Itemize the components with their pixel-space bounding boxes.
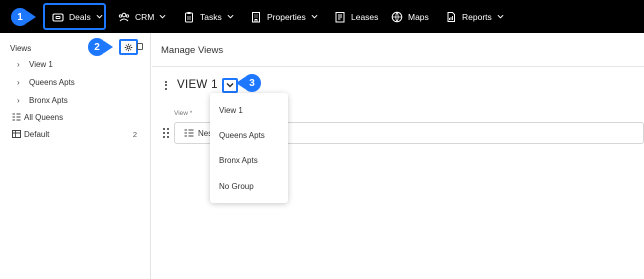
nav-reports-label: Reports <box>462 11 492 22</box>
chevron-right-icon: › <box>17 95 20 105</box>
sidebar-item-label: All Queens <box>24 112 64 122</box>
maps-icon <box>391 11 403 22</box>
dropdown-option-view-1[interactable]: View 1 <box>219 106 243 115</box>
sidebar-title: Views <box>10 43 32 53</box>
tasks-icon <box>185 11 193 22</box>
dropdown-option-bronx-apts[interactable]: Bronx Apts <box>219 156 258 165</box>
crm-icon <box>118 12 130 21</box>
chevron-down-icon <box>159 14 166 19</box>
nav-leases[interactable]: Leases <box>334 0 378 33</box>
nav-maps-label: Maps <box>408 11 429 22</box>
group-icon <box>12 113 21 121</box>
leases-icon <box>335 11 345 22</box>
properties-icon <box>252 11 260 22</box>
nav-crm[interactable]: CRM <box>118 0 166 33</box>
top-nav: Deals CRM Tasks Properties Leases Maps R… <box>0 0 644 33</box>
sidebar-item-bronx-apts[interactable]: › Bronx Apts <box>0 92 151 108</box>
reports-icon <box>447 11 455 22</box>
sidebar-item-label: Bronx Apts <box>29 95 68 105</box>
kebab-menu-icon[interactable] <box>163 80 169 90</box>
chevron-down-icon <box>311 14 318 19</box>
nav-deals-label: Deals <box>69 11 91 22</box>
step-number: 3 <box>243 74 261 92</box>
nav-tasks-label: Tasks <box>200 11 222 22</box>
nav-reports[interactable]: Reports <box>445 0 504 33</box>
view-title: VIEW 1 <box>177 79 218 91</box>
gear-icon <box>124 43 133 51</box>
view-settings-button[interactable] <box>119 39 138 55</box>
view-title-row: VIEW 1 <box>163 76 238 94</box>
sidebar-item-view-1[interactable]: › View 1 <box>0 56 151 72</box>
main-header: Manage Views <box>152 33 644 67</box>
nav-maps[interactable]: Maps <box>391 0 429 33</box>
chevron-down-icon <box>96 14 103 19</box>
sidebar-item-label: View 1 <box>29 59 53 69</box>
step-badge-2: 2 <box>88 38 113 56</box>
nav-crm-label: CRM <box>135 11 155 22</box>
view-dropdown-menu: View 1 Queens Apts Bronx Apts No Group <box>210 93 288 203</box>
sidebar-item-label: Default <box>24 129 50 139</box>
nav-properties-label: Properties <box>267 11 306 22</box>
nav-deals[interactable]: Deals <box>52 0 103 33</box>
view-count: 2 <box>132 129 137 139</box>
chevron-down-icon <box>497 14 504 19</box>
sidebar-item-default[interactable]: Default 2 <box>0 126 151 142</box>
nav-tasks[interactable]: Tasks <box>183 0 234 33</box>
dropdown-option-queens-apts[interactable]: Queens Apts <box>219 131 265 140</box>
nav-leases-label: Leases <box>351 11 379 22</box>
sidebar-item-all-queens[interactable]: All Queens <box>0 109 151 125</box>
nav-properties[interactable]: Properties <box>250 0 318 33</box>
collapse-panel-icon[interactable] <box>137 43 143 50</box>
deals-icon <box>52 12 64 22</box>
view-field-label: View * <box>174 110 193 117</box>
sidebar-item-queens-apts[interactable]: › Queens Apts <box>0 74 151 90</box>
chevron-down-icon <box>226 83 234 88</box>
views-sidebar: Views › View 1 › Queens Apts › Bronx Apt… <box>0 33 151 279</box>
table-icon <box>12 130 21 138</box>
chevron-down-icon <box>227 14 234 19</box>
dropdown-option-no-group[interactable]: No Group <box>219 182 254 191</box>
sidebar-item-label: Queens Apts <box>29 77 75 87</box>
chevron-right-icon: › <box>17 59 20 69</box>
group-icon <box>184 129 194 137</box>
step-badge-1: 1 <box>11 8 36 26</box>
step-badge-3: 3 <box>236 74 261 92</box>
drag-handle-icon[interactable] <box>163 128 169 138</box>
page-title: Manage Views <box>161 45 224 56</box>
chevron-right-icon: › <box>17 77 20 87</box>
